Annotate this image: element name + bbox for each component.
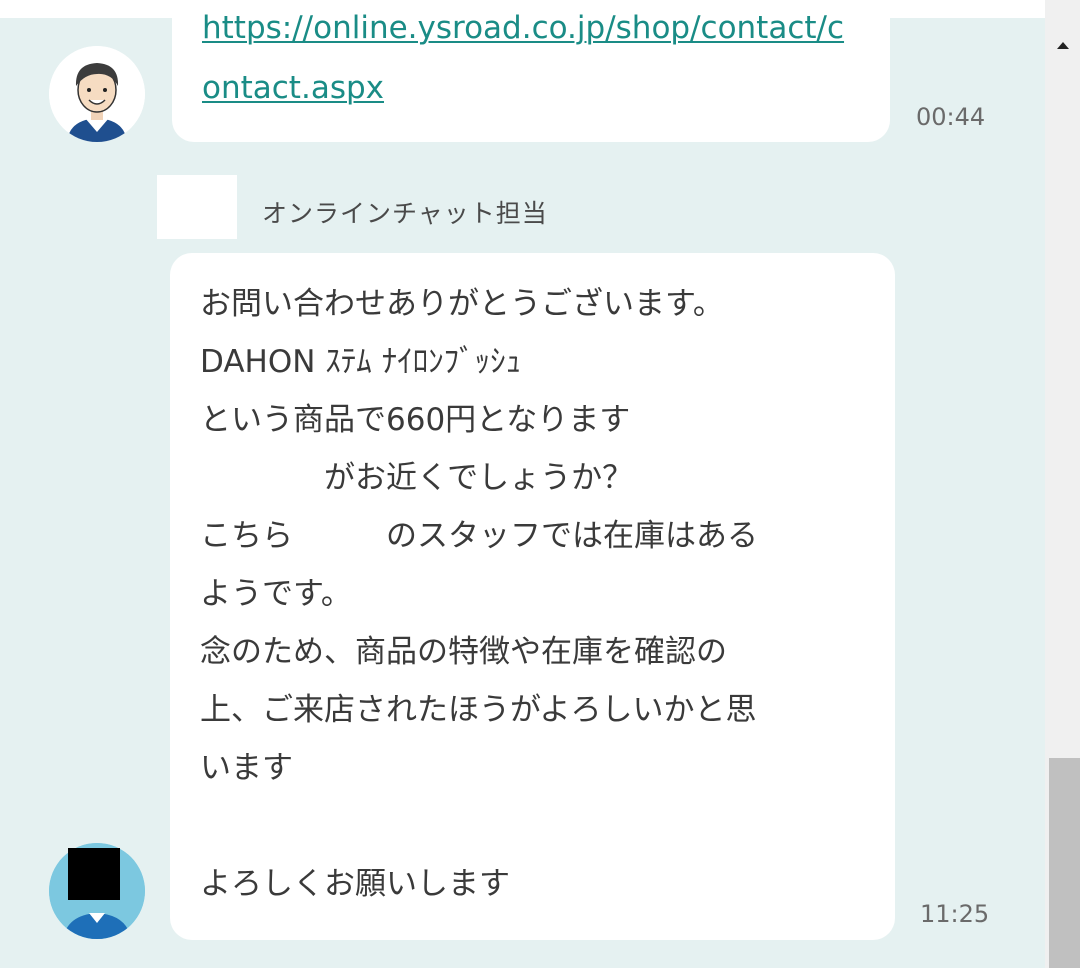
message-line: います bbox=[200, 750, 293, 786]
smiling-man-avatar-icon bbox=[49, 46, 145, 142]
sender-thumbnail bbox=[157, 175, 237, 239]
message-line: こちら のスタッフでは在庫はある bbox=[200, 518, 758, 554]
contact-link[interactable]: https://online.ysroad.co.jp/shop/contact… bbox=[202, 0, 860, 118]
message-time: 00:44 bbox=[916, 103, 986, 131]
message-line: よろしくお願いします bbox=[200, 866, 510, 902]
scroll-up-arrow-icon[interactable] bbox=[1045, 30, 1080, 60]
contact-link-line-1[interactable]: https://online.ysroad.co.jp/shop/contact… bbox=[202, 0, 860, 58]
message-bubble: お問い合わせありがとうございます。 DAHON ｽﾃﾑ ﾅｲﾛﾝﾌﾞｯｼｭ とい… bbox=[170, 253, 895, 940]
message-time: 11:25 bbox=[920, 900, 990, 928]
sender-name: オンラインチャット担当 bbox=[262, 199, 548, 228]
message-line: お問い合わせありがとうございます。 bbox=[200, 286, 724, 322]
contact-link-line-2[interactable]: ontact.aspx bbox=[202, 58, 860, 118]
message-line: 念のため、商品の特徴や在庫を確認の bbox=[200, 634, 727, 670]
message-line: DAHON ｽﾃﾑ ﾅｲﾛﾝﾌﾞｯｼｭ bbox=[200, 344, 522, 380]
message-line: ようです。 bbox=[200, 576, 352, 612]
message-bubble-link: https://online.ysroad.co.jp/shop/contact… bbox=[172, 0, 890, 142]
message-line bbox=[200, 797, 865, 855]
scrollbar-thumb[interactable] bbox=[1049, 758, 1080, 968]
message-line: という商品で660円となります bbox=[200, 402, 631, 438]
redaction-block bbox=[68, 848, 120, 900]
message-line: 上、ご来店されたほうがよろしいかと思 bbox=[200, 692, 757, 728]
chat-area: https://online.ysroad.co.jp/shop/contact… bbox=[0, 0, 1045, 968]
message-line: がお近くでしょうか？ bbox=[200, 460, 634, 496]
vertical-scrollbar[interactable] bbox=[1045, 0, 1080, 968]
